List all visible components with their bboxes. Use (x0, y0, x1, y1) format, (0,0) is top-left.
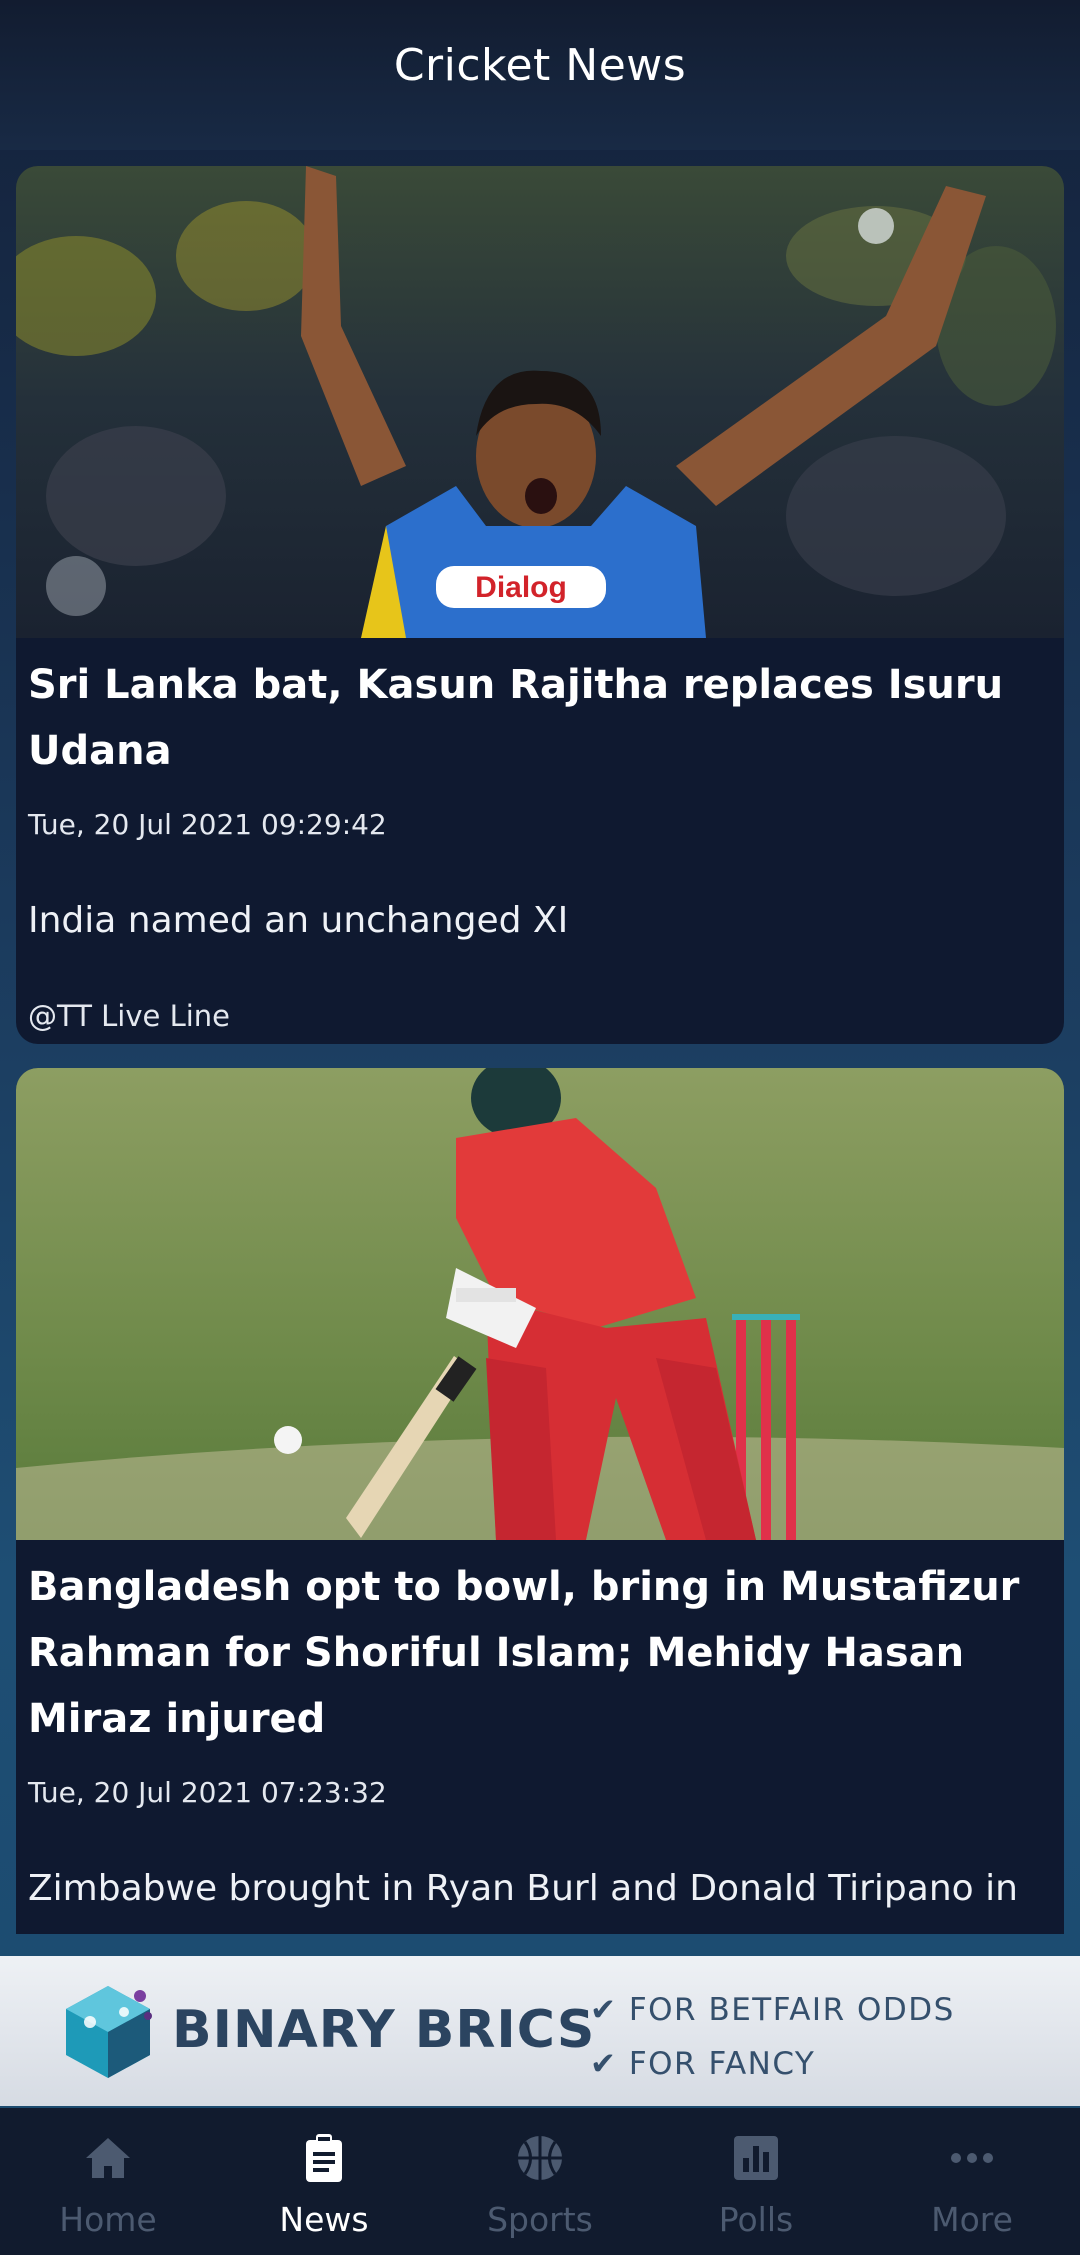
jersey-sponsor-text: Dialog (475, 571, 567, 604)
nav-item-home[interactable]: Home (0, 2108, 216, 2255)
news-summary: Zimbabwe brought in Ryan Burl and Donald… (28, 1868, 1018, 1909)
nav-label: More (931, 2200, 1013, 2239)
news-summary: India named an unchanged XI (28, 900, 569, 941)
news-source: @TT Live Line (28, 999, 231, 1033)
nav-label: News (279, 2200, 369, 2239)
nav-label: Polls (718, 2200, 794, 2239)
home-icon (86, 2138, 130, 2178)
nav-item-news[interactable]: News (216, 2108, 432, 2255)
ad-point: ✔ FOR BETFAIR ODDS (590, 1992, 955, 2028)
news-date: Tue, 20 Jul 2021 09:29:42 (28, 808, 387, 841)
binary-brics-logo (66, 1986, 152, 2078)
bottom-navigation: Home News Sports Polls More (0, 2108, 1080, 2255)
news-image-batsman (16, 1068, 1064, 1540)
nav-item-polls[interactable]: Polls (648, 2108, 864, 2255)
news-card[interactable]: Bangladesh opt to bowl, bring in Mustafi… (16, 1068, 1064, 1934)
polls-icon (734, 2136, 778, 2180)
ad-point: ✔ FOR FANCY (590, 2046, 816, 2082)
news-title[interactable]: Bangladesh opt to bowl, bring in Mustafi… (28, 1554, 1052, 1752)
nav-item-sports[interactable]: Sports (432, 2108, 648, 2255)
nav-label: Sports (487, 2200, 593, 2239)
news-feed[interactable]: Dialog Sri Lanka bat, Kasun Rajitha repl… (0, 166, 1080, 1934)
news-icon (306, 2134, 342, 2182)
ad-banner[interactable]: BINARY BRICS ✔ FOR BETFAIR ODDS ✔ FOR FA… (0, 1956, 1080, 2106)
news-card[interactable]: Dialog Sri Lanka bat, Kasun Rajitha repl… (16, 166, 1064, 1044)
page-title: Cricket News (393, 39, 687, 91)
sports-icon (518, 2136, 562, 2180)
app-header: Cricket News (0, 0, 1080, 150)
news-image-bowler: Dialog (16, 166, 1064, 638)
news-title[interactable]: Sri Lanka bat, Kasun Rajitha replaces Is… (28, 652, 1052, 784)
nav-label: Home (59, 2200, 157, 2239)
nav-item-more[interactable]: More (864, 2108, 1080, 2255)
more-icon (951, 2153, 993, 2163)
news-date: Tue, 20 Jul 2021 07:23:32 (28, 1776, 387, 1809)
ad-brand-name: BINARY BRICS (172, 2000, 596, 2060)
